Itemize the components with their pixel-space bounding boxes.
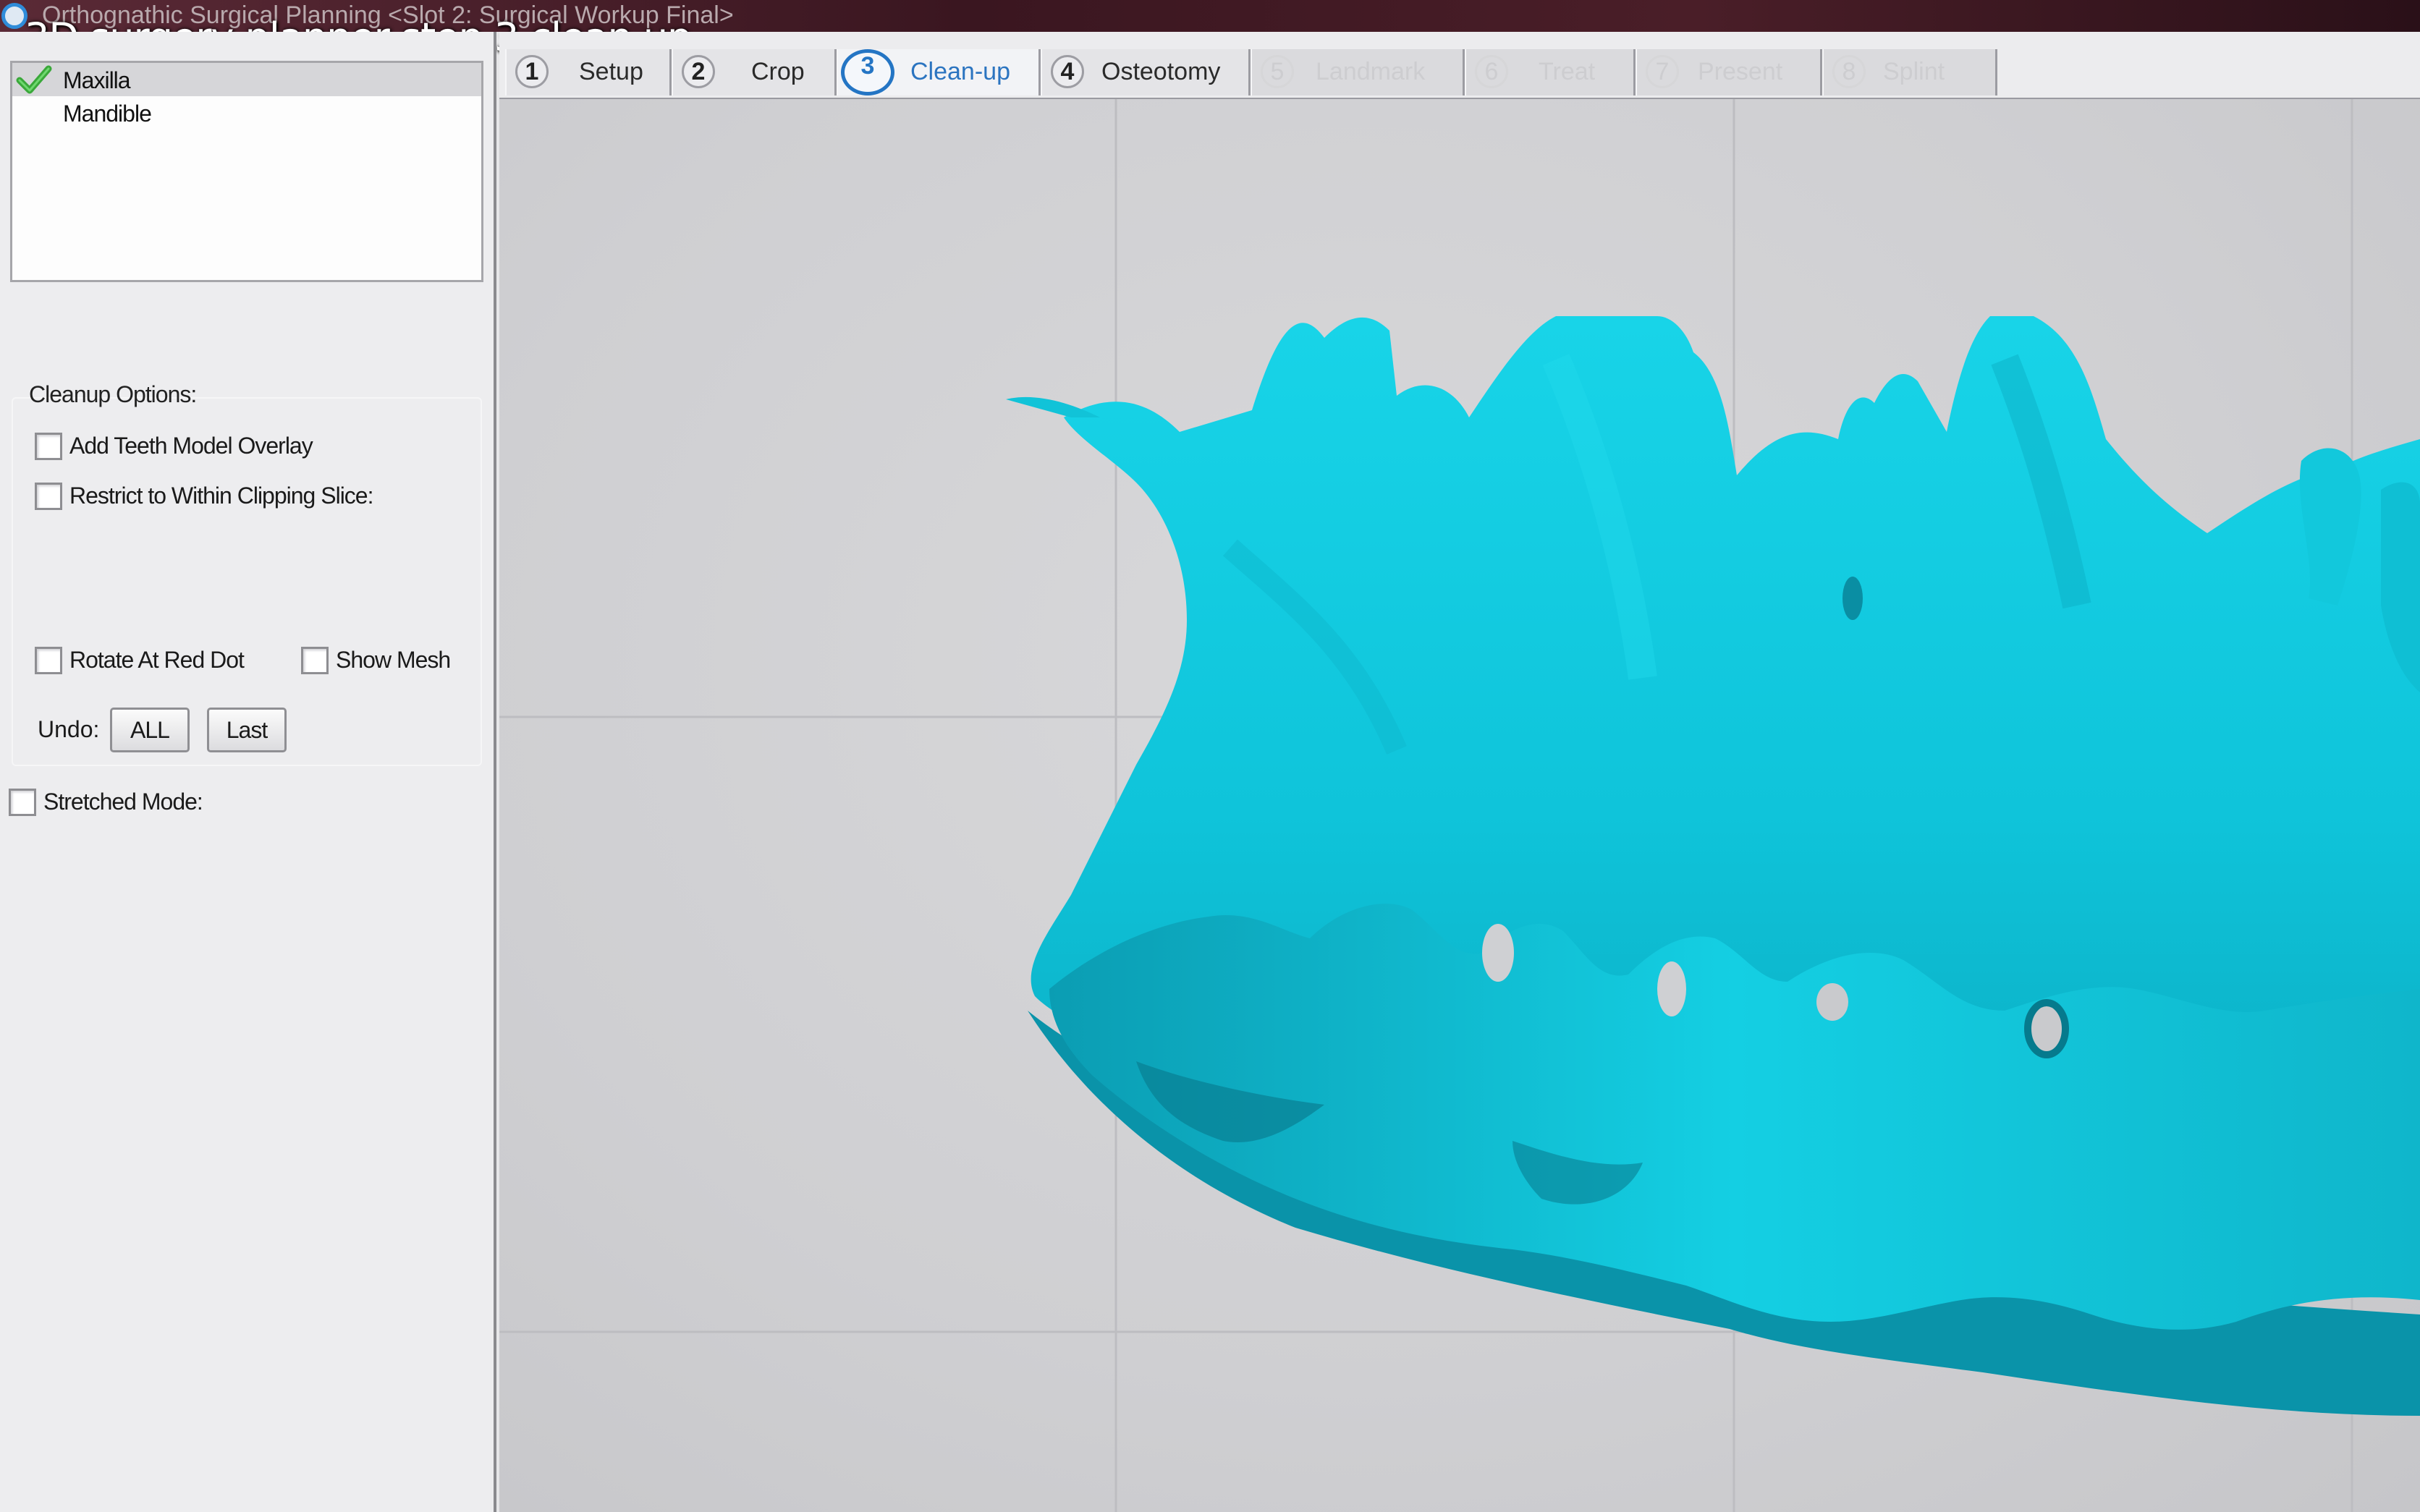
step-number: 1 (515, 55, 549, 88)
list-item-maxilla[interactable]: Maxilla (12, 63, 481, 96)
step-number: 5 (1261, 55, 1294, 88)
tab-label: Treat (1539, 58, 1596, 85)
list-item-label: Maxilla (63, 67, 131, 93)
tab-label: Present (1698, 58, 1783, 85)
tab-label: Osteotomy (1101, 58, 1221, 85)
tab-clean-up[interactable]: 3 Clean-up (837, 49, 1041, 95)
step-number: 4 (1051, 55, 1084, 88)
maxilla-model[interactable] (1006, 316, 2420, 1416)
checkmark-icon (16, 65, 52, 94)
tab-setup[interactable]: 1 Setup (505, 49, 672, 95)
tab-label: Splint (1883, 58, 1945, 85)
step-number: 7 (1646, 55, 1679, 88)
checkbox-label: Add Teeth Model Overlay (69, 433, 313, 459)
step-number: 3 (841, 49, 894, 95)
checkbox-box[interactable] (9, 789, 36, 816)
undo-last-button[interactable]: Last (207, 708, 287, 752)
cleanup-options-title: Cleanup Options: (29, 381, 197, 407)
tab-present: 7 Present (1636, 49, 1822, 95)
3d-viewport[interactable] (499, 99, 2420, 1512)
app-icon (1, 3, 28, 29)
tab-label: Crop (751, 58, 805, 85)
checkbox-label: Restrict to Within Clipping Slice: (69, 483, 373, 509)
checkbox-box[interactable] (35, 483, 62, 510)
checkbox-label: Rotate At Red Dot (69, 647, 245, 673)
step-tab-bar: 1 Setup 2 Crop 3 Clean-up 4 Osteotomy 5 … (499, 32, 2420, 100)
step-number: 8 (1832, 55, 1866, 88)
step-number: 6 (1475, 55, 1508, 88)
checkbox-box[interactable] (301, 647, 329, 674)
undo-label: Undo: (38, 716, 100, 742)
list-item-label: Mandible (63, 101, 152, 127)
undo-all-button[interactable]: ALL (110, 708, 190, 752)
tab-osteotomy[interactable]: 4 Osteotomy (1041, 49, 1251, 95)
tab-label: Landmark (1316, 58, 1426, 85)
tab-crop[interactable]: 2 Crop (672, 49, 837, 95)
checkbox-label: Show Mesh (336, 647, 451, 673)
viewport-canvas[interactable] (499, 99, 2420, 1512)
tab-label: Clean-up (910, 58, 1010, 85)
tab-label: Setup (579, 58, 643, 85)
tab-splint: 8 Splint (1822, 49, 1997, 95)
step-number: 2 (682, 55, 715, 88)
structure-list[interactable]: Maxilla Mandible (10, 61, 483, 282)
list-item-mandible[interactable]: Mandible (12, 96, 481, 129)
checkbox-box[interactable] (35, 647, 62, 674)
checkbox-box[interactable] (35, 433, 62, 460)
tab-landmark: 5 Landmark (1251, 49, 1465, 95)
checkbox-label: Stretched Mode: (43, 789, 203, 815)
tab-treat: 6 Treat (1465, 49, 1636, 95)
left-panel: Maxilla Mandible Cleanup Options: Add Te… (0, 32, 496, 1512)
